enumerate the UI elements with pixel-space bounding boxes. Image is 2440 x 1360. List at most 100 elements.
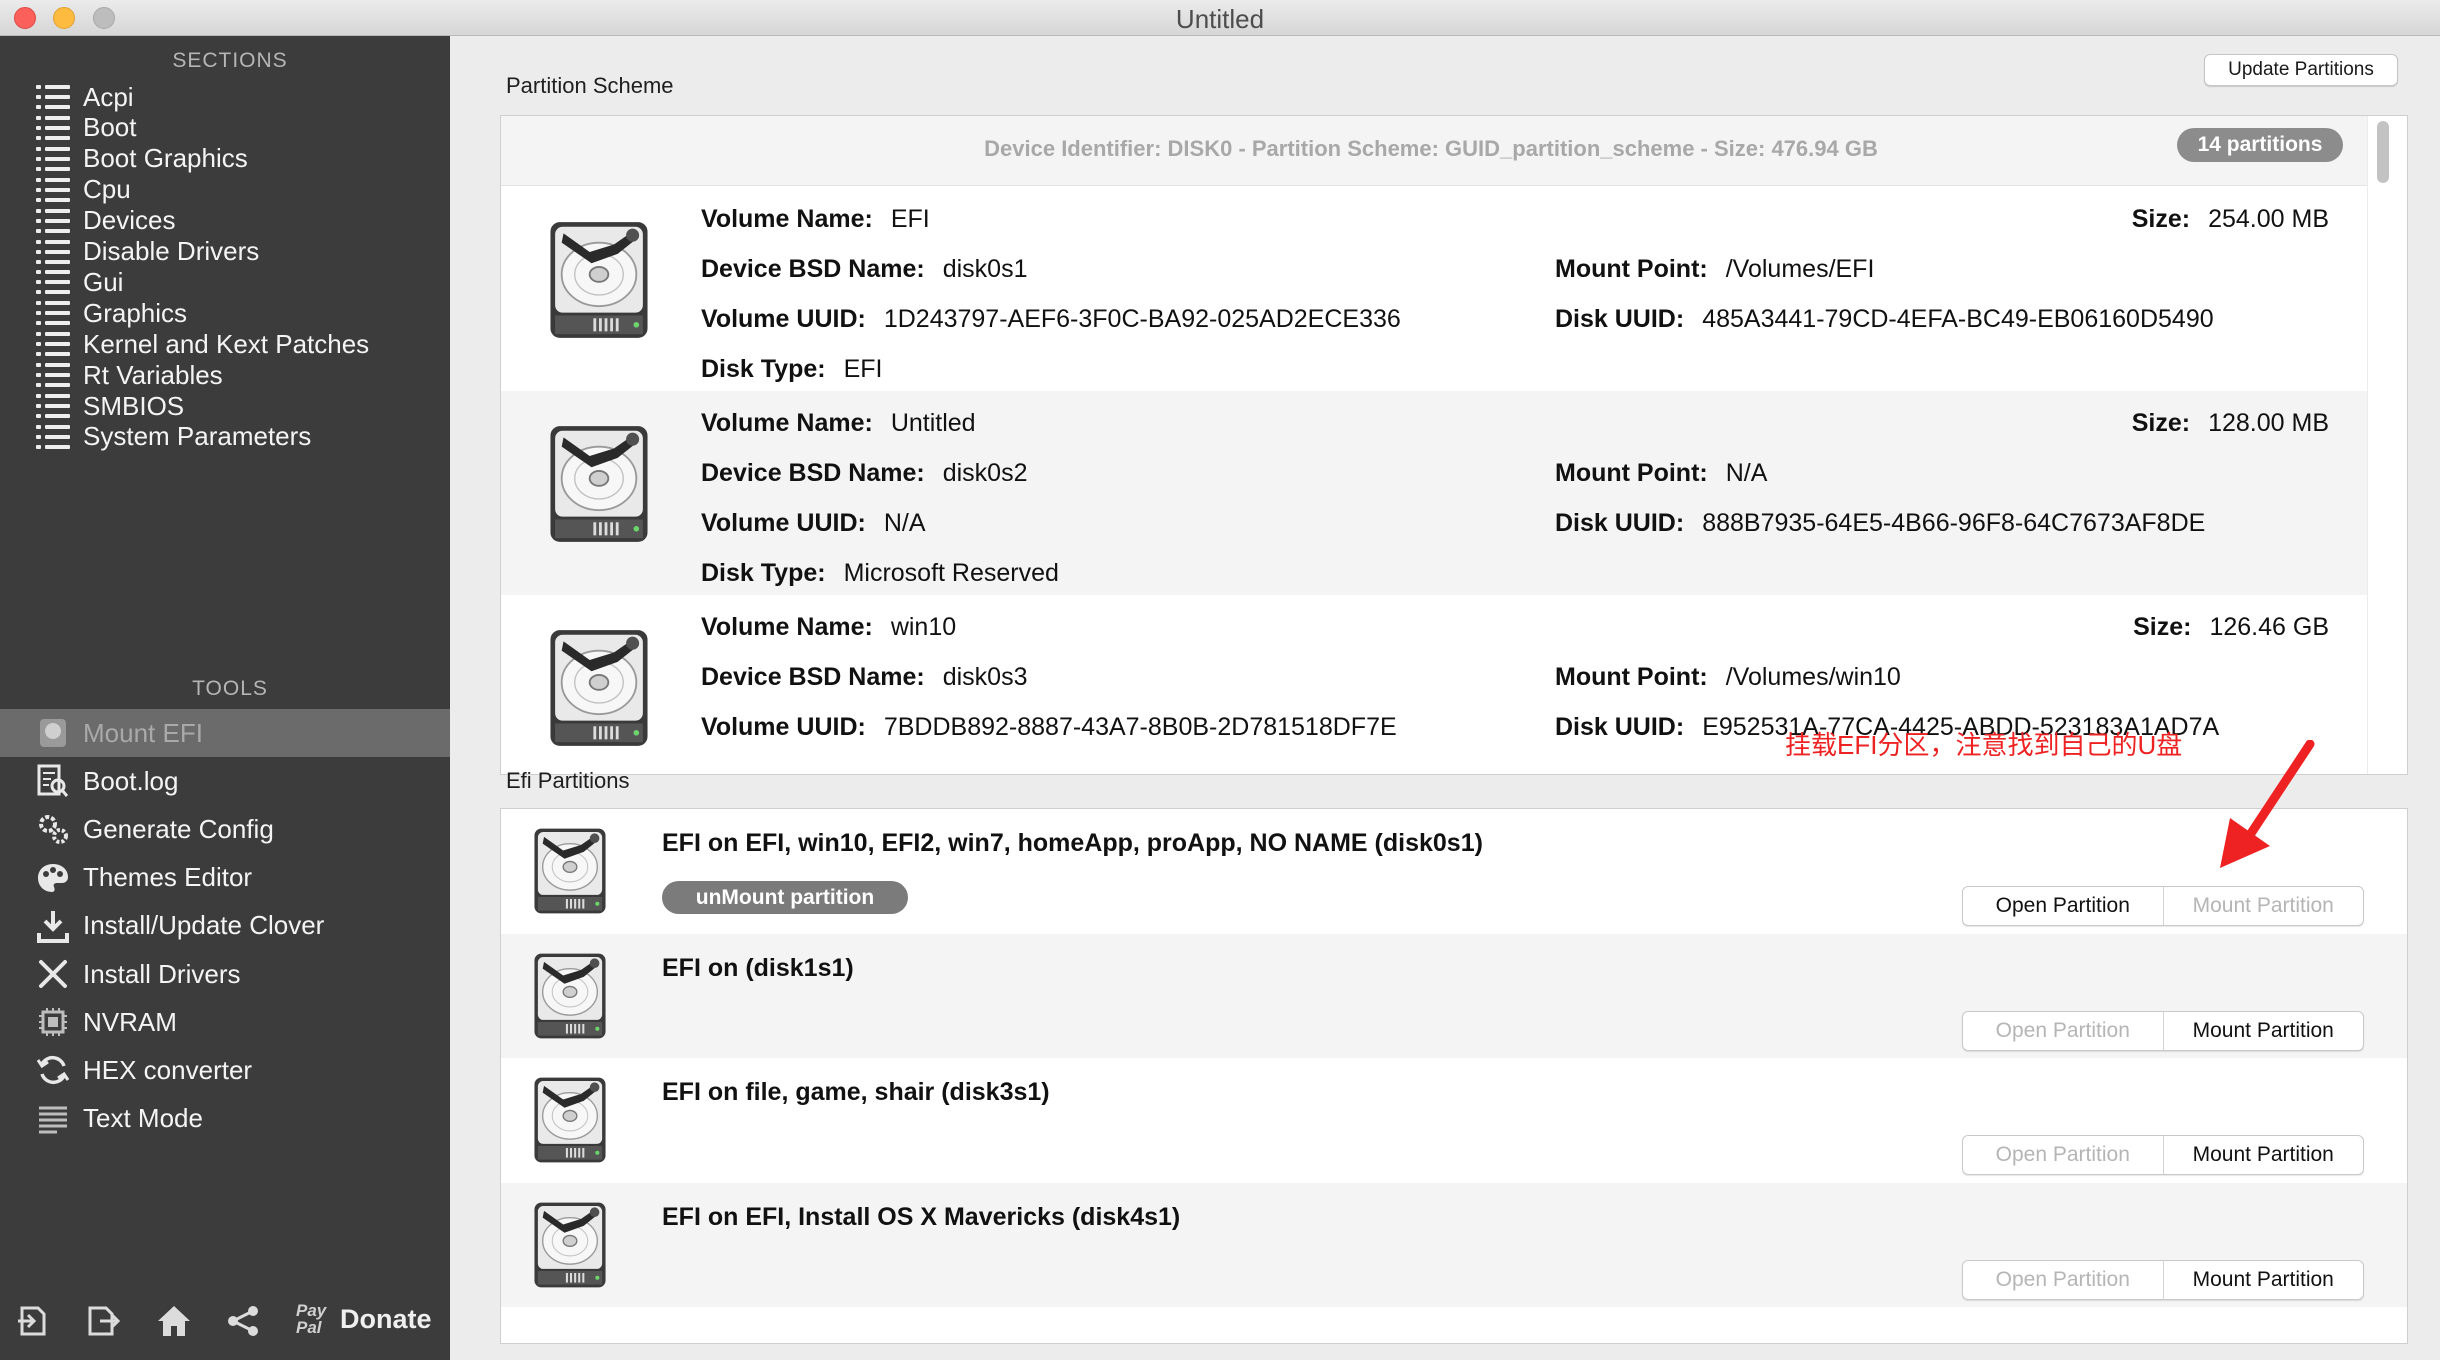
volume-name-field: Volume Name: EFI	[701, 205, 930, 234]
gears-icon	[35, 811, 71, 847]
efi-title: EFI on EFI, Install OS X Mavericks (disk…	[662, 1202, 1181, 1231]
efi-title: EFI on file, game, shair (disk3s1)	[662, 1078, 1050, 1106]
annotation-arrow-icon	[2220, 740, 2315, 868]
field-label: Size:	[2131, 409, 2191, 437]
field-label: Disk Type:	[701, 559, 826, 587]
sidebar: SECTIONS Acpi Boot Boot Graphics Cpu Devices…	[0, 36, 450, 1360]
partition-scheme-label: Partition Scheme	[506, 73, 674, 98]
sidebar-item-label: Themes Editor	[83, 862, 253, 893]
mount-partition-button[interactable]: Mount Partition	[2162, 1260, 2364, 1299]
field-value: win10	[890, 613, 957, 641]
field-label: Volume UUID:	[701, 305, 866, 333]
sidebar-tool-themes-editor[interactable]: Themes Editor	[0, 854, 450, 902]
export-icon[interactable]	[86, 1304, 121, 1344]
download-icon	[35, 908, 71, 944]
field-label: Volume Name:	[701, 205, 873, 233]
size-field: Size: 254.00 MB	[2132, 205, 2329, 234]
share-icon[interactable]	[226, 1304, 260, 1344]
field-label: Disk Type:	[701, 355, 826, 383]
hard-drive-icon	[543, 205, 655, 360]
field-label: Volume UUID:	[701, 713, 866, 741]
palette-icon	[35, 860, 71, 896]
volume-name-field: Volume Name: Untitled	[701, 409, 976, 438]
partition-actions: Open Partition Mount Partition	[1962, 1135, 2364, 1175]
field-label: Mount Point:	[1555, 663, 1708, 691]
disk-type-field: Disk Type: EFI	[701, 355, 882, 384]
partition-scrollbar-thumb[interactable]	[2377, 121, 2389, 183]
field-label: Device BSD Name:	[701, 663, 925, 691]
field-value: 126.46 GB	[2209, 613, 2329, 641]
sidebar-item-label: HEX converter	[83, 1054, 253, 1085]
field-label: Disk UUID:	[1555, 713, 1685, 741]
mount-point-field: Mount Point: N/A	[1555, 459, 1767, 488]
mount-partition-button[interactable]: Mount Partition	[2162, 1136, 2364, 1174]
partition-scheme-panel: Device Identifier: DISK0 - Partition Sch…	[500, 115, 2408, 775]
hard-drive-icon	[529, 944, 611, 1053]
open-partition-button[interactable]: Open Partition	[1963, 1261, 2163, 1299]
field-label: Size:	[2133, 613, 2192, 641]
chip-icon	[35, 1004, 71, 1040]
sections-heading: SECTIONS	[172, 49, 288, 72]
sidebar-tool-text-mode[interactable]: Text Mode	[0, 1095, 450, 1143]
field-value: Untitled	[890, 409, 976, 437]
sidebar-tool-hex-converter[interactable]: HEX converter	[0, 1046, 450, 1094]
volume-name-field: Volume Name: win10	[701, 613, 956, 642]
volume-uuid-field: Volume UUID: N/A	[701, 509, 926, 538]
efi-row: EFI on (disk1s1) Open Partition Mount Part…	[501, 933, 2407, 1058]
text-lines-icon	[35, 1101, 71, 1137]
tools-heading: TOOLS	[192, 677, 268, 700]
refresh-icon	[35, 1052, 71, 1088]
field-value: EFI	[890, 205, 930, 233]
sidebar-tool-mount-efi[interactable]: Mount EFI	[0, 709, 450, 757]
update-partitions-button[interactable]: Update Partitions	[2204, 54, 2398, 86]
field-label: Size:	[2131, 205, 2191, 233]
partition-scrollbar-track[interactable]	[2367, 116, 2407, 774]
field-value: N/A	[883, 509, 926, 537]
paypal-icon: Pay Pal	[296, 1301, 327, 1337]
size-field: Size: 128.00 MB	[2132, 409, 2329, 438]
field-value: 128.00 MB	[2208, 409, 2329, 437]
window-title: Untitled	[1175, 4, 1265, 34]
sidebar-tool-install-update-clover[interactable]: Install/Update Clover	[0, 902, 450, 950]
mount-partition-button[interactable]: Mount Partition	[2162, 1011, 2364, 1050]
partition-count-badge: 14 partitions	[2177, 128, 2343, 162]
field-value: 254.00 MB	[2208, 205, 2329, 233]
partition-row: Volume Name: Untitled Device BSD Name: disk…	[501, 391, 2367, 595]
sidebar-tool-generate-config[interactable]: Generate Config	[0, 805, 450, 853]
partition-row: Volume Name: EFI Device BSD Name: disk0s1 Vo…	[501, 187, 2367, 391]
efi-row: EFI on EFI, Install OS X Mavericks (disk…	[501, 1182, 2407, 1307]
import-icon[interactable]	[16, 1304, 50, 1344]
sidebar-item-label: NVRAM	[83, 1006, 177, 1037]
sidebar-item-label: Install Drivers	[83, 958, 241, 989]
sidebar-footer: Pay Pal Donate	[0, 1288, 450, 1360]
sidebar-tool-install-drivers[interactable]: Install Drivers	[0, 950, 450, 998]
log-search-icon	[35, 763, 71, 799]
field-value: disk0s2	[942, 459, 1028, 487]
open-partition-button[interactable]: Open Partition	[1963, 1012, 2163, 1050]
efi-row: EFI on EFI, win10, EFI2, win7, homeApp, …	[501, 809, 2407, 933]
sidebar-tool-boot-log[interactable]: Boot.log	[0, 757, 450, 805]
sidebar-tool-nvram[interactable]: NVRAM	[0, 998, 450, 1046]
open-partition-button[interactable]: Open Partition	[1963, 887, 2163, 925]
field-value: /Volumes/EFI	[1725, 255, 1875, 283]
efi-title: EFI on EFI, win10, EFI2, win7, homeApp, …	[662, 829, 1483, 857]
disk-type-field: Disk Type: Microsoft Reserved	[701, 559, 1059, 588]
device-info-header: Device Identifier: DISK0 - Partition Sch…	[501, 116, 2407, 186]
mount-partition-button[interactable]: Mount Partition	[2162, 887, 2364, 925]
unmount-partition-button[interactable]: unMount partition	[662, 881, 908, 914]
hard-drive-icon	[529, 819, 611, 928]
volume-uuid-field: Volume UUID: 7BDDB892-8887-43A7-8B0B-2D78…	[701, 713, 1397, 742]
sidebar-item-label: Mount EFI	[83, 717, 203, 748]
home-icon[interactable]	[156, 1304, 192, 1344]
tools-icon	[35, 956, 71, 992]
sidebar-item-system-parameters[interactable]: System Parameters	[0, 413, 450, 461]
list-icon	[35, 419, 71, 455]
donate-button[interactable]: Pay Pal Donate	[296, 1302, 432, 1336]
app-window: Untitled SECTIONS Acpi Boot Boot Graphics C…	[0, 0, 2440, 1360]
field-label: Mount Point:	[1555, 459, 1708, 487]
field-value: 7BDDB892-8887-43A7-8B0B-2D781518DF7E	[883, 713, 1397, 741]
open-partition-button[interactable]: Open Partition	[1963, 1136, 2163, 1174]
field-value: 1D243797-AEF6-3F0C-BA92-025AD2ECE336	[883, 305, 1401, 333]
hard-drive-icon	[529, 1193, 611, 1302]
field-value: disk0s3	[942, 663, 1028, 691]
